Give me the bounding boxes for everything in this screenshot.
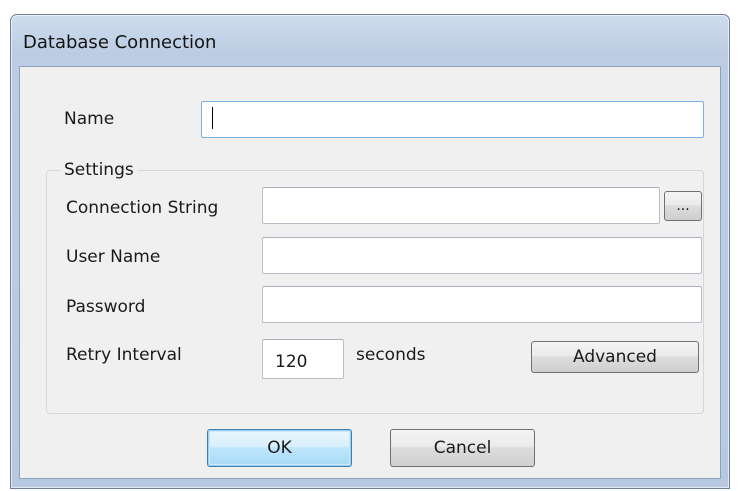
dialog-body: Name Settings Connection String ... User… xyxy=(19,66,721,479)
dialog-window: Database Connection Name Settings Connec… xyxy=(10,14,730,489)
advanced-button[interactable]: Advanced xyxy=(531,341,699,373)
password-input[interactable] xyxy=(262,286,702,323)
retry-interval-label: Retry Interval xyxy=(66,345,182,365)
password-label: Password xyxy=(66,297,146,317)
text-caret xyxy=(212,107,213,129)
browse-button[interactable]: ... xyxy=(664,191,702,221)
title-bar[interactable]: Database Connection xyxy=(11,15,729,67)
settings-group-label: Settings xyxy=(60,160,138,180)
connection-string-input[interactable] xyxy=(262,187,660,224)
retry-interval-value: 120 xyxy=(275,352,308,372)
user-name-label: User Name xyxy=(66,247,161,267)
name-input[interactable] xyxy=(201,101,704,138)
retry-unit-label: seconds xyxy=(356,345,426,365)
connection-string-label: Connection String xyxy=(66,198,219,218)
name-label: Name xyxy=(64,109,115,129)
retry-interval-input[interactable]: 120 xyxy=(262,339,344,379)
cancel-button[interactable]: Cancel xyxy=(390,429,535,467)
user-name-input[interactable] xyxy=(262,237,702,274)
dialog-title: Database Connection xyxy=(23,32,217,53)
ok-button[interactable]: OK xyxy=(207,429,352,467)
